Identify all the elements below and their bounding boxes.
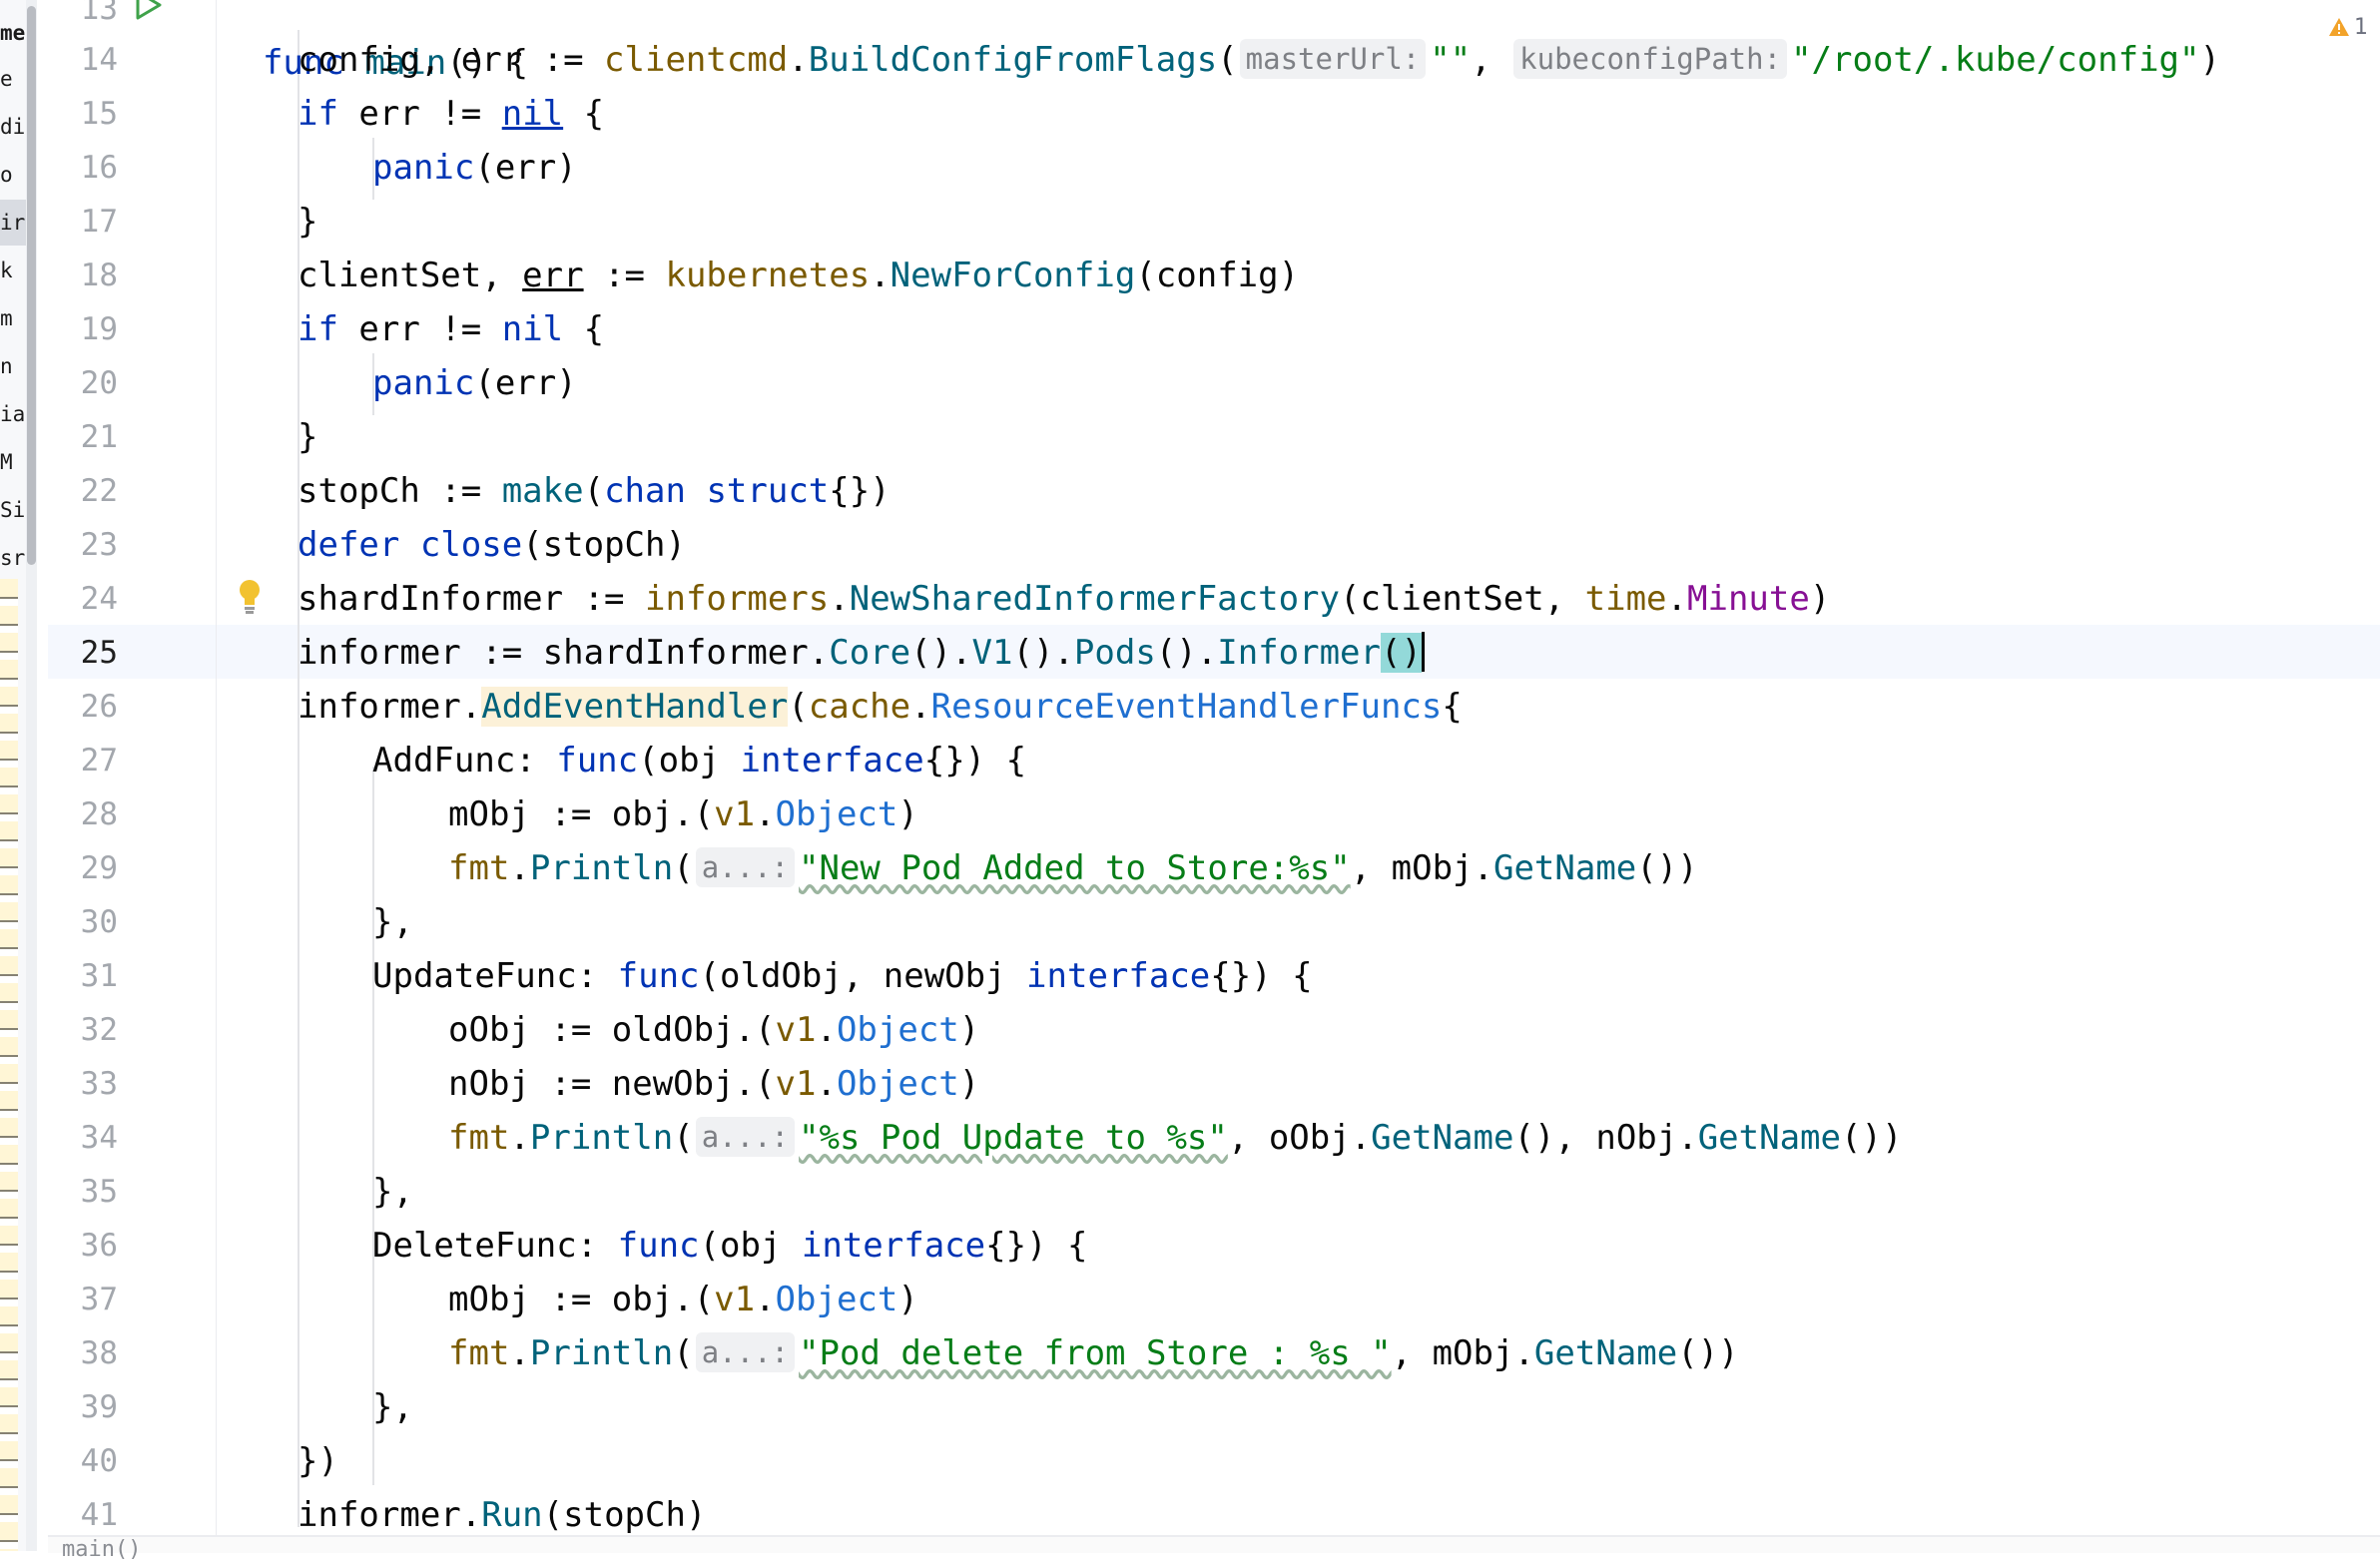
code-line-39[interactable]: }, (372, 1380, 413, 1434)
lightbulb-icon[interactable] (238, 578, 262, 616)
line-number[interactable]: 39 (48, 1380, 118, 1434)
code-line-35[interactable]: }, (372, 1165, 413, 1219)
code-line-28[interactable]: mObj := obj.(v1.Object) (448, 787, 918, 841)
code-line-21[interactable]: } (298, 410, 317, 464)
line-number[interactable]: 13 (48, 0, 118, 36)
code-line-40[interactable]: }) (298, 1434, 338, 1488)
line-number[interactable]: 20 (48, 356, 118, 410)
breadcrumb[interactable]: main() (62, 1537, 141, 1563)
line-number[interactable]: 19 (48, 302, 118, 356)
project-item[interactable]: me (0, 10, 26, 56)
line-number-current[interactable]: 25 (48, 626, 118, 680)
line-number[interactable]: 17 (48, 195, 118, 249)
code-line-22[interactable]: stopCh := make(chan struct{}) (298, 464, 891, 518)
line-number[interactable]: 14 (48, 33, 118, 87)
line-number[interactable]: 38 (48, 1326, 118, 1380)
line-number[interactable]: 33 (48, 1057, 118, 1111)
line-number[interactable]: 30 (48, 895, 118, 949)
code-line-14[interactable]: config, err := clientcmd.BuildConfigFrom… (298, 33, 2220, 87)
line-number[interactable]: 28 (48, 787, 118, 841)
code-line-30[interactable]: }, (372, 895, 413, 949)
code-line-25[interactable]: informer := shardInformer.Core().V1().Po… (298, 626, 1425, 680)
code-line-37[interactable]: mObj := obj.(v1.Object) (448, 1273, 918, 1326)
code-line-16[interactable]: panic(err) (372, 141, 577, 195)
code-line-38[interactable]: fmt.Println(a...: "Pod delete from Store … (448, 1326, 1739, 1380)
parameter-hint: a...: (695, 1332, 795, 1372)
project-item[interactable]: ia (0, 391, 26, 437)
code-line-36[interactable]: DeleteFunc: func(obj interface{}) { (372, 1219, 1087, 1273)
line-number[interactable]: 41 (48, 1488, 118, 1542)
inspection-warning-indicator[interactable]: 1 (2328, 12, 2368, 42)
parameter-hint: a...: (695, 1117, 795, 1157)
project-item[interactable]: m (0, 295, 26, 341)
line-number[interactable]: 32 (48, 1003, 118, 1057)
warning-icon (2329, 18, 2349, 36)
project-item[interactable]: o (0, 152, 26, 198)
project-panel: me e di o ir k m n ia M Si sr (0, 0, 26, 1551)
code-line-15[interactable]: if err != nil { (298, 87, 604, 141)
matched-paren-highlight: () (1380, 633, 1422, 673)
line-number[interactable]: 27 (48, 734, 118, 787)
code-line-31[interactable]: UpdateFunc: func(oldObj, newObj interfac… (372, 949, 1313, 1003)
breadcrumb-bar (48, 1535, 2380, 1553)
line-number[interactable]: 34 (48, 1111, 118, 1165)
line-number[interactable]: 35 (48, 1165, 118, 1219)
project-item[interactable]: di (0, 104, 26, 150)
project-item[interactable]: Si (0, 487, 26, 533)
nil-link[interactable]: nil (502, 94, 563, 134)
code-line-23[interactable]: defer close(stopCh) (298, 518, 686, 572)
code-line-24[interactable]: shardInformer := informers.NewSharedInfo… (298, 572, 1830, 626)
code-line-20[interactable]: panic(err) (372, 356, 577, 410)
code-line-18[interactable]: clientSet, err := kubernetes.NewForConfi… (298, 249, 1299, 302)
line-number[interactable]: 21 (48, 410, 118, 464)
line-number[interactable]: 23 (48, 518, 118, 572)
code-line-19[interactable]: if err != nil { (298, 302, 604, 356)
code-line-13[interactable]: func main() { (222, 0, 528, 83)
line-number[interactable]: 37 (48, 1273, 118, 1326)
code-line-26[interactable]: informer.AddEventHandler(cache.ResourceE… (298, 680, 1463, 734)
code-line-29[interactable]: fmt.Println(a...: "New Pod Added to Store… (448, 841, 1698, 895)
warning-count: 1 (2354, 14, 2368, 40)
line-number[interactable]: 24 (48, 572, 118, 626)
project-item[interactable]: sr (0, 535, 26, 581)
line-number[interactable]: 18 (48, 249, 118, 302)
project-item-selected[interactable]: ir (0, 200, 26, 246)
line-number[interactable]: 31 (48, 949, 118, 1003)
parameter-hint: a...: (695, 847, 795, 887)
line-number[interactable]: 29 (48, 841, 118, 895)
change-markers (0, 579, 18, 1551)
project-item[interactable]: e (0, 56, 26, 102)
project-scrollbar-thumb[interactable] (27, 6, 36, 565)
indent-guide (372, 767, 374, 1485)
code-line-32[interactable]: oObj := oldObj.(v1.Object) (448, 1003, 979, 1057)
code-line-34[interactable]: fmt.Println(a...: "%s Pod Update to %s", … (448, 1111, 1902, 1165)
line-number[interactable]: 26 (48, 680, 118, 734)
code-line-41[interactable]: informer.Run(stopCh) (298, 1488, 706, 1542)
line-number[interactable]: 22 (48, 464, 118, 518)
code-line-27[interactable]: AddFunc: func(obj interface{}) { (372, 734, 1026, 787)
line-number[interactable]: 40 (48, 1434, 118, 1488)
line-number[interactable]: 36 (48, 1219, 118, 1273)
code-line-33[interactable]: nObj := newObj.(v1.Object) (448, 1057, 979, 1111)
line-number[interactable]: 15 (48, 87, 118, 141)
project-item[interactable]: n (0, 343, 26, 389)
parameter-hint: masterUrl: (1239, 39, 1427, 79)
text-caret (1421, 632, 1425, 672)
line-number[interactable]: 16 (48, 141, 118, 195)
parameter-hint: kubeconfigPath: (1513, 39, 1788, 79)
run-icon[interactable] (132, 0, 166, 20)
code-line-17[interactable]: } (298, 195, 317, 249)
project-item[interactable]: k (0, 248, 26, 293)
project-item[interactable]: M (0, 439, 26, 485)
gutter-divider (216, 0, 217, 1551)
